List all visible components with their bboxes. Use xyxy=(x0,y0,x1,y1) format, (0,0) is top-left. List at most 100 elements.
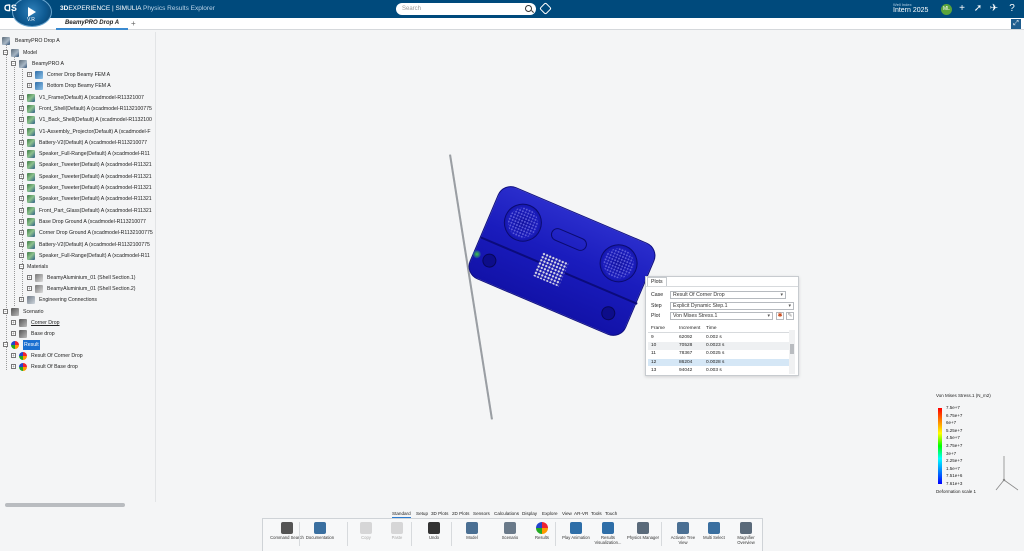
ribbon-tab-setup[interactable]: Setup xyxy=(416,510,428,518)
frame-table-row[interactable]: 9 62092 0.002 s xyxy=(648,334,790,342)
command-search-button[interactable]: Command Search xyxy=(270,520,304,550)
plot-select[interactable]: Von Mises Stress.1 xyxy=(670,312,773,320)
legend-tick-label: 2.25e+7 xyxy=(946,458,963,464)
expand-icon[interactable]: + xyxy=(11,331,16,336)
ribbon-tab-3d-plots[interactable]: 3D Plots xyxy=(431,510,448,518)
expand-icon[interactable]: + xyxy=(19,241,24,247)
assembly-icon xyxy=(19,60,27,68)
paste-button[interactable]: Paste xyxy=(382,520,412,550)
multi-select-button[interactable]: Multi Select xyxy=(699,520,729,550)
beamy-device-model[interactable] xyxy=(464,181,660,341)
ribbon-tab-explore[interactable]: Explore xyxy=(542,510,558,518)
activate-tree-view-button[interactable]: Activate Tree View xyxy=(668,520,698,550)
expand-icon[interactable]: + xyxy=(19,252,24,258)
tag-icon[interactable] xyxy=(539,2,552,15)
collapse-icon[interactable]: − xyxy=(3,309,8,314)
frame-table-scrollbar[interactable] xyxy=(789,330,795,374)
part-icon xyxy=(27,229,35,238)
expand-icon[interactable]: + xyxy=(11,320,16,325)
toolbar-separator xyxy=(451,522,452,546)
paste-icon xyxy=(391,522,403,534)
app-brand: 3DEXPERIENCE | SIMULIA Physics Results E… xyxy=(60,5,215,12)
case-select[interactable]: Result Of Corner Drop xyxy=(670,291,786,299)
ribbon-tab-tools[interactable]: Tools xyxy=(591,510,602,518)
step-select[interactable]: Explicit Dynamic Step.1 xyxy=(670,302,794,310)
collapse-icon[interactable]: − xyxy=(11,61,16,66)
tree-vertical-scrollbar[interactable] xyxy=(155,32,160,502)
edit-icon[interactable]: ✎ xyxy=(786,312,794,320)
communicate-icon[interactable]: ✈ xyxy=(988,3,1000,15)
scenario-icon xyxy=(504,522,516,534)
frame-table-row[interactable]: 10 70528 0.0023 s xyxy=(648,342,790,350)
fit-all-button[interactable]: ⤢ xyxy=(1011,19,1021,29)
ribbon-tab-ar-vr[interactable]: AR-VR xyxy=(574,510,588,518)
collapse-icon[interactable]: − xyxy=(19,264,24,269)
ds-logo-icon[interactable]: ᗡS xyxy=(4,3,17,14)
magnifier-overview-button[interactable]: Magnifier Overview xyxy=(731,520,761,550)
expand-icon[interactable]: + xyxy=(19,162,24,168)
frame-table-row[interactable]: 12 86204 0.0028 s xyxy=(648,358,790,367)
expand-icon[interactable]: + xyxy=(27,275,32,280)
expand-icon[interactable]: + xyxy=(11,364,16,369)
part-icon xyxy=(27,93,35,102)
ribbon-tab-calculations[interactable]: Calculations xyxy=(494,510,519,518)
expand-icon[interactable]: + xyxy=(19,117,24,123)
ribbon-tab-sensors[interactable]: Sensors xyxy=(473,510,490,518)
tab-strip: BeamyPRO Drop A + xyxy=(0,18,1024,30)
expand-icon[interactable]: + xyxy=(19,230,24,236)
ground-plate[interactable] xyxy=(449,154,493,420)
undo-button[interactable]: Undo xyxy=(419,520,449,550)
plot-settings-icon[interactable]: ✱ xyxy=(776,312,784,320)
ribbon-tab-2d-plots[interactable]: 2D Plots xyxy=(452,510,469,518)
expand-icon[interactable]: + xyxy=(19,196,24,202)
expand-icon[interactable]: + xyxy=(19,173,24,179)
search-input[interactable]: Search xyxy=(396,3,536,15)
axis-triad-icon[interactable] xyxy=(994,450,1020,494)
expand-icon[interactable]: + xyxy=(19,128,24,134)
frame-table-row[interactable]: 13 94042 0.003 s xyxy=(648,367,790,375)
expand-icon[interactable]: + xyxy=(19,218,24,224)
ribbon-tab-standard[interactable]: Standard xyxy=(392,510,411,518)
scenario-button[interactable]: Scenario xyxy=(495,520,525,550)
physics-manager-button[interactable]: Physics Manager xyxy=(627,520,659,550)
legend-tick-label: 1.5e+7 xyxy=(946,465,960,471)
results-button[interactable]: Results xyxy=(527,520,557,550)
expand-icon[interactable]: + xyxy=(19,185,24,190)
ribbon-tab-touch[interactable]: Touch xyxy=(605,510,617,518)
share-icon[interactable]: ➚ xyxy=(972,3,984,15)
app-name: Physics Results Explorer xyxy=(142,5,215,12)
collapse-icon[interactable]: − xyxy=(3,342,8,347)
tab-beamypro-drop-a[interactable]: BeamyPRO Drop A xyxy=(56,18,128,30)
ribbon-tab-view[interactable]: View xyxy=(562,510,572,518)
expand-icon[interactable]: + xyxy=(27,286,32,291)
help-icon[interactable]: ? xyxy=(1006,3,1018,15)
part-icon xyxy=(27,161,35,170)
tree-horizontal-scrollbar[interactable] xyxy=(0,503,160,508)
ribbon-tab-display[interactable]: Display xyxy=(522,510,537,518)
collapse-icon[interactable]: − xyxy=(3,50,8,55)
expand-icon[interactable]: + xyxy=(19,94,24,100)
expand-icon[interactable]: + xyxy=(19,207,24,213)
results-visualization-button[interactable]: Results Visualization... xyxy=(593,520,623,550)
legend-tick-label: 3e+7 xyxy=(946,450,957,456)
expand-icon[interactable]: + xyxy=(11,353,16,358)
expand-icon[interactable]: + xyxy=(19,139,24,145)
collaborative-space[interactable]: Well Index Intern 2025 xyxy=(893,2,928,14)
documentation-button[interactable]: Documentation xyxy=(305,520,335,550)
search-icon[interactable] xyxy=(525,5,532,12)
play-animation-button[interactable]: Play Animation xyxy=(561,520,591,550)
expand-icon[interactable]: + xyxy=(19,151,24,157)
add-icon[interactable]: + xyxy=(956,3,968,15)
expand-icon[interactable]: + xyxy=(27,72,32,77)
expand-icon[interactable]: + xyxy=(19,105,24,111)
handle-slot xyxy=(548,226,589,253)
tab-plots[interactable]: Plots xyxy=(647,277,667,286)
avatar[interactable]: ML xyxy=(941,4,952,15)
play-icon xyxy=(28,7,36,17)
add-tab-button[interactable]: + xyxy=(131,18,136,29)
expand-icon[interactable]: + xyxy=(27,83,32,89)
expand-icon[interactable]: + xyxy=(19,297,24,302)
copy-button[interactable]: Copy xyxy=(351,520,381,550)
frame-table-row[interactable]: 11 78367 0.0025 s xyxy=(648,350,790,358)
model-button[interactable]: Model xyxy=(457,520,487,550)
